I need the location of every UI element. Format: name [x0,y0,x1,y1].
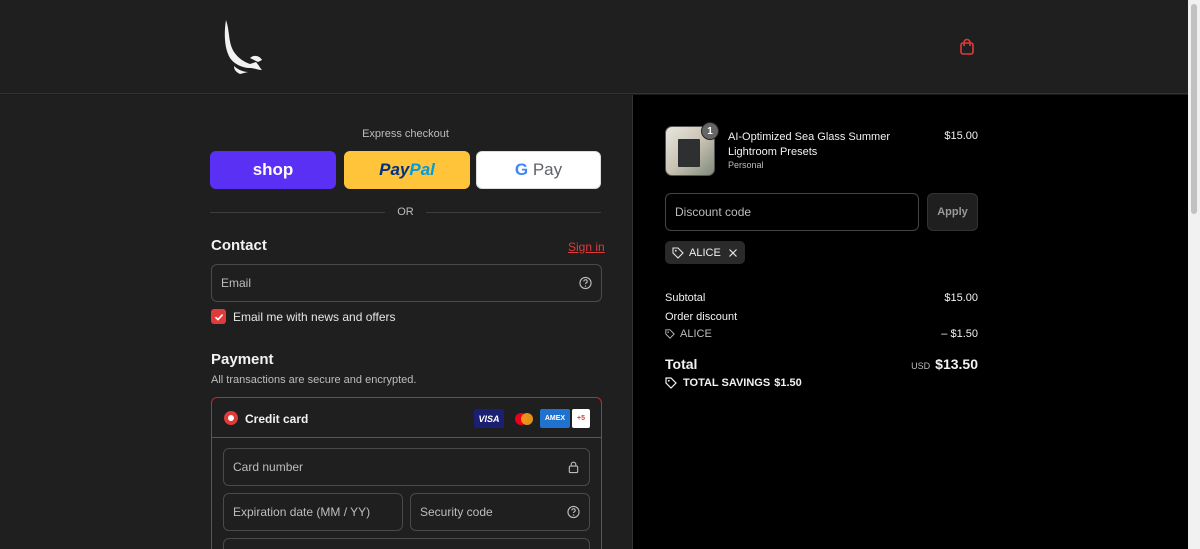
total-row: Total USD $13.50 [665,356,978,372]
page-scrollbar[interactable] [1188,0,1200,549]
applied-discount-code: ALICE [689,246,721,259]
payment-title: Payment [211,351,274,368]
email-field-wrapper [211,264,602,302]
subtotal-row: Subtotal $15.00 [665,292,978,304]
applied-discount-chip: ALICE [665,241,745,264]
tag-icon [665,377,677,389]
discount-detail-row: ALICE – $1.50 [665,328,978,342]
total-savings: TOTAL SAVINGS $1.50 [665,377,802,389]
discount-code-input[interactable] [666,194,918,230]
express-checkout-label: Express checkout [362,128,449,140]
order-discount-label: Order discount [665,311,738,323]
paypal-button[interactable]: Pay Pal [344,151,470,189]
contact-title: Contact [211,237,267,254]
apply-discount-button[interactable]: Apply [927,193,978,231]
card-number-wrapper [223,448,590,486]
shopping-bag-icon[interactable] [958,38,976,56]
order-discount-row: Order discount [665,311,978,323]
security-code-wrapper [410,493,590,531]
subtotal-value: $15.00 [944,292,978,304]
google-pay-button[interactable]: G Pay [476,151,601,189]
discount-value: – $1.50 [941,328,978,340]
mastercard-icon [509,409,539,428]
discount-code-wrapper [665,193,919,231]
help-icon[interactable] [579,276,592,290]
google-g-icon: G [514,160,529,179]
paypal-label-part2: Pal [409,160,435,179]
site-header [0,0,1188,94]
total-value: $13.50 [935,356,978,372]
order-summary: 1 AI-Optimized Sea Glass Summer Lightroo… [632,95,1188,549]
tag-icon [672,246,684,259]
expiry-wrapper [223,493,403,531]
expiry-date-input[interactable] [224,494,402,530]
payment-subtitle: All transactions are secure and encrypte… [211,374,417,386]
or-divider: OR [210,206,601,218]
paypal-label-part1: Pay [379,160,410,179]
eagle-logo[interactable] [220,18,264,74]
credit-card-label: Credit card [245,412,309,426]
card-number-input[interactable] [224,449,589,485]
currency-code: USD [911,361,931,371]
or-label: OR [397,206,414,218]
amex-icon: AMEX [540,409,570,428]
product-name: AI-Optimized Sea Glass Summer Lightroom … [728,131,890,158]
newsletter-checkbox[interactable] [211,309,226,324]
visa-icon: VISA [474,409,504,428]
shop-pay-label: shop [252,160,294,179]
scrollbar-thumb[interactable] [1191,4,1197,214]
security-code-input[interactable] [411,494,589,530]
tag-icon [665,329,675,339]
name-on-card-wrapper [223,538,590,549]
google-pay-label: Pay [532,160,563,179]
credit-card-section: Credit card VISA AMEX +5 [211,397,602,549]
subtotal-label: Subtotal [665,292,706,304]
shop-pay-button[interactable]: shop [210,151,336,189]
product-variant: Personal [728,160,764,170]
remove-discount-icon[interactable] [728,248,738,258]
credit-card-radio[interactable] [224,411,238,425]
credit-card-option[interactable]: Credit card VISA AMEX +5 [212,398,601,438]
product-price: $15.00 [944,130,978,142]
checkout-main: Express checkout shop Pay Pal G Pay OR Co… [0,95,632,549]
more-brands-badge: +5 [572,409,590,428]
quantity-badge: 1 [701,122,719,140]
lock-icon [568,461,579,474]
checkmark-icon [214,313,223,321]
savings-label: TOTAL SAVINGS [683,377,771,389]
savings-value: $1.50 [774,377,802,389]
help-icon[interactable] [567,505,580,519]
email-field[interactable] [212,265,601,301]
discount-code-label: ALICE [680,328,712,340]
sign-in-link[interactable]: Sign in [568,240,605,254]
newsletter-option: Email me with news and offers [211,309,396,324]
newsletter-label: Email me with news and offers [233,309,396,324]
total-label: Total [665,356,698,372]
